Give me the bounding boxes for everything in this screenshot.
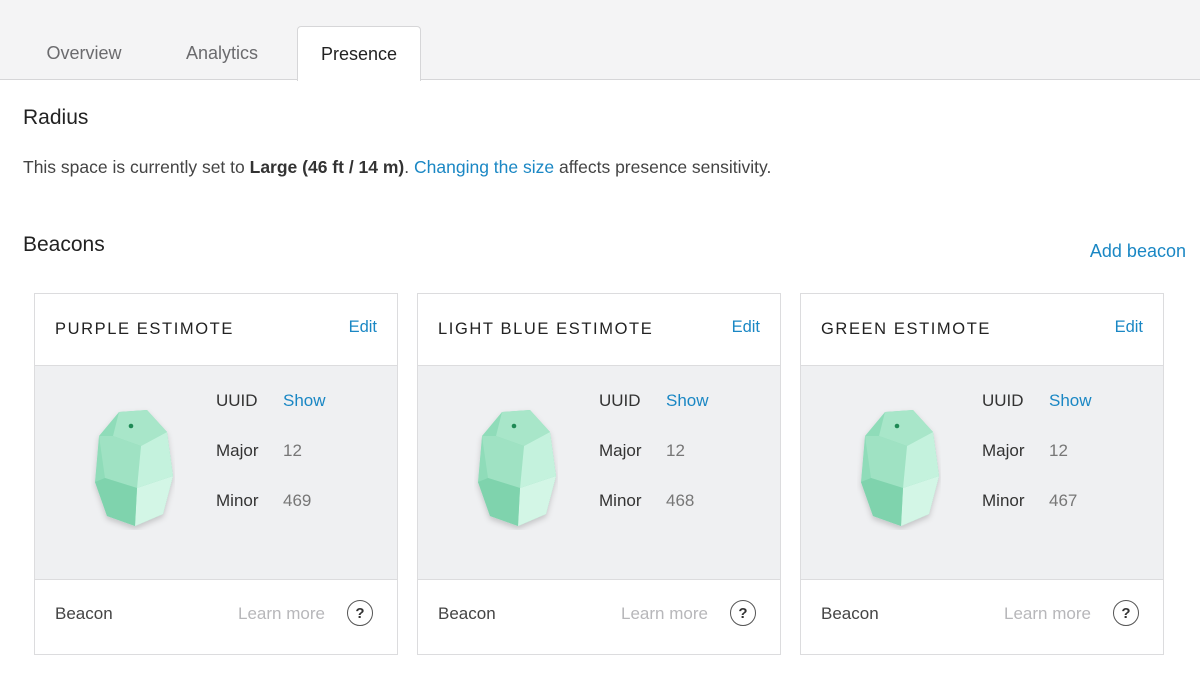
minor-value: 468 (666, 491, 695, 510)
beacon-device-image (861, 410, 939, 526)
beacon-card-body: UUID Show Major 12 Minor 467 (801, 366, 1163, 580)
uuid-show-link[interactable]: Show (283, 391, 326, 411)
beacon-card-header: GREEN ESTIMOTE Edit (801, 294, 1163, 366)
minor-value: 469 (283, 491, 312, 510)
edit-beacon-link[interactable]: Edit (349, 318, 377, 337)
beacon-card: PURPLE ESTIMOTE Edit UUID Show Major 12 … (34, 293, 398, 655)
help-icon[interactable]: ? (347, 600, 373, 626)
changing-size-link[interactable]: Changing the size (414, 157, 554, 177)
beacon-card-header: LIGHT BLUE ESTIMOTE Edit (418, 294, 780, 366)
beacon-card-body: UUID Show Major 12 Minor 468 (418, 366, 780, 580)
learn-more-link[interactable]: Learn more (621, 604, 708, 624)
uuid-label: UUID (599, 391, 641, 410)
radius-description: This space is currently set to Large (46… (23, 157, 771, 178)
beacon-name: LIGHT BLUE ESTIMOTE (438, 320, 654, 338)
beacon-card-body: UUID Show Major 12 Minor 469 (35, 366, 397, 580)
major-label: Major (599, 441, 642, 460)
add-beacon-link[interactable]: Add beacon (1090, 241, 1186, 262)
major-value: 12 (666, 441, 685, 460)
minor-label: Minor (982, 491, 1025, 510)
radius-size-value: Large (46 ft / 14 m) (249, 157, 405, 177)
tab-overview[interactable]: Overview (22, 26, 146, 80)
minor-label: Minor (216, 491, 259, 510)
uuid-label: UUID (982, 391, 1024, 410)
major-value: 12 (283, 441, 302, 460)
beacon-card: GREEN ESTIMOTE Edit UUID Show Major 12 M… (800, 293, 1164, 655)
beacon-name: GREEN ESTIMOTE (821, 320, 991, 338)
beacon-device-image (95, 410, 173, 526)
beacon-device-image (478, 410, 556, 526)
tab-presence[interactable]: Presence (297, 26, 421, 81)
beacon-type: Beacon (438, 604, 496, 623)
minor-label: Minor (599, 491, 642, 510)
beacon-card-header: PURPLE ESTIMOTE Edit (35, 294, 397, 366)
radius-heading: Radius (23, 106, 89, 129)
tab-bar: Overview Analytics Presence (0, 0, 1200, 81)
learn-more-link[interactable]: Learn more (1004, 604, 1091, 624)
help-icon[interactable]: ? (730, 600, 756, 626)
uuid-label: UUID (216, 391, 258, 410)
radius-text-suffix: affects presence sensitivity. (554, 157, 772, 177)
radius-text-mid: . (404, 157, 414, 177)
beacon-name: PURPLE ESTIMOTE (55, 320, 234, 338)
edit-beacon-link[interactable]: Edit (732, 318, 760, 337)
tab-analytics[interactable]: Analytics (160, 26, 284, 80)
uuid-show-link[interactable]: Show (1049, 391, 1092, 411)
uuid-show-link[interactable]: Show (666, 391, 709, 411)
beacon-type: Beacon (55, 604, 113, 623)
beacons-heading: Beacons (23, 233, 105, 256)
major-label: Major (216, 441, 259, 460)
minor-value: 467 (1049, 491, 1078, 510)
learn-more-link[interactable]: Learn more (238, 604, 325, 624)
edit-beacon-link[interactable]: Edit (1115, 318, 1143, 337)
beacon-card: LIGHT BLUE ESTIMOTE Edit UUID Show Major… (417, 293, 781, 655)
major-value: 12 (1049, 441, 1068, 460)
beacon-type: Beacon (821, 604, 879, 623)
radius-text-prefix: This space is currently set to (23, 157, 250, 177)
help-icon[interactable]: ? (1113, 600, 1139, 626)
major-label: Major (982, 441, 1025, 460)
